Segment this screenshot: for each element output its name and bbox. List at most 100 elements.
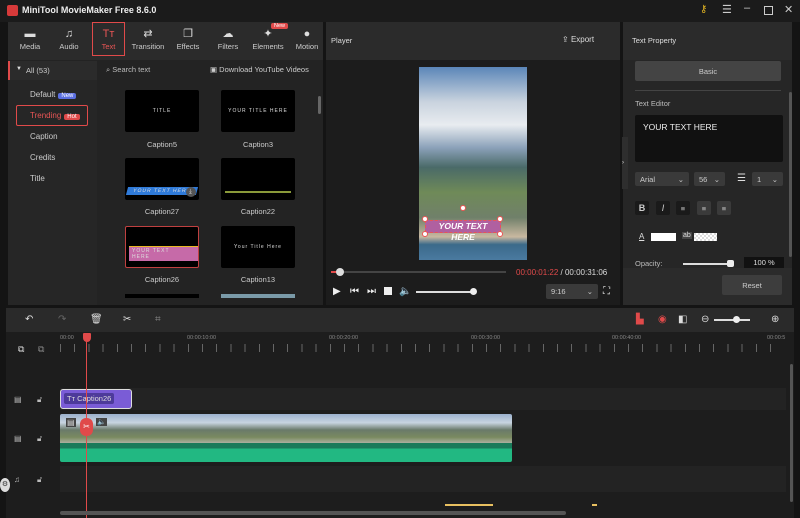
key-icon[interactable]: ⚷	[700, 4, 707, 15]
caption-thumb[interactable]: YOUR TITLE HERE	[221, 90, 295, 132]
chevron-down-icon: ⌄	[678, 175, 684, 184]
tab-elements[interactable]: ✦Elements	[249, 26, 287, 56]
delete-icon[interactable]: 🗑	[90, 314, 103, 325]
category-credits[interactable]: Credits	[30, 153, 55, 162]
youtube-icon: ▣	[210, 65, 219, 74]
zoom-out-icon[interactable]: ⊖	[701, 314, 709, 325]
resize-handle[interactable]	[422, 216, 428, 222]
category-label: Trending	[30, 111, 61, 120]
search-text-input[interactable]: ⌕ Search text	[106, 65, 150, 75]
video-clip[interactable]	[60, 414, 512, 462]
background-color-swatch[interactable]	[694, 233, 717, 241]
zoom-slider[interactable]	[714, 319, 750, 321]
vertical-scrollbar[interactable]	[790, 364, 793, 502]
thumb-preview: YOUR TITLE HERE	[228, 108, 288, 114]
italic-button[interactable]: I	[656, 201, 670, 215]
text-editor-input[interactable]: YOUR TEXT HERE	[635, 115, 783, 162]
line-spacing-select[interactable]: 1⌄	[752, 172, 783, 186]
lock-icon[interactable]: 🔓︎	[37, 475, 42, 485]
remove-track-icon[interactable]: ⧉	[38, 344, 44, 355]
ruler-tick: 00:00:10:00	[187, 335, 216, 341]
caption-thumb-selected[interactable]: YOUR TEXT HERE	[125, 226, 199, 268]
lock-icon[interactable]: 🔓︎	[37, 434, 42, 444]
text-overlay[interactable]: YOUR TEXT HERE	[425, 220, 501, 233]
font-size-select[interactable]: 56⌄	[694, 172, 725, 186]
timeline-marker	[445, 504, 493, 506]
volume-slider[interactable]	[416, 291, 474, 293]
horizontal-scrollbar[interactable]	[60, 511, 566, 515]
split-icon[interactable]: ✂	[123, 314, 131, 325]
add-track-icon[interactable]: ⧉	[18, 344, 24, 355]
lock-icon[interactable]: 🔓︎	[37, 395, 42, 405]
export-button[interactable]: ⇪ Export	[562, 35, 594, 44]
volume-knob[interactable]	[470, 288, 477, 295]
settings-icon[interactable]: ⚙	[0, 478, 10, 492]
library-scrollbar[interactable]	[318, 96, 321, 114]
category-trending-label[interactable]: TrendingHot	[30, 111, 80, 120]
align-left-button[interactable]: ≡	[676, 201, 690, 215]
collapse-panel-handle[interactable]: ›	[622, 137, 628, 189]
tab-transition[interactable]: ⇄Transition	[128, 26, 168, 56]
category-all[interactable]: ▼ All (53)	[8, 61, 97, 80]
tab-effects[interactable]: ❐Effects	[170, 26, 206, 56]
reset-button[interactable]: Reset	[722, 275, 782, 295]
align-center-button[interactable]: ≡	[697, 201, 711, 215]
font-select[interactable]: Arial⌄	[635, 172, 689, 186]
caption-thumb[interactable]	[221, 158, 295, 200]
undo-icon[interactable]: ↶	[25, 314, 33, 325]
aspect-ratio-select[interactable]: 9:16⌄	[546, 284, 598, 299]
download-youtube-button[interactable]: ▣ Download YouTube Videos	[210, 65, 309, 74]
time-ruler[interactable]	[60, 344, 772, 352]
tab-text[interactable]: TтText	[92, 22, 125, 56]
zoom-knob[interactable]	[733, 316, 740, 323]
fit-icon[interactable]: ◧	[678, 314, 687, 325]
text-icon: Tт	[67, 394, 77, 403]
resize-handle[interactable]	[497, 216, 503, 222]
caption-clip[interactable]: Tт Caption26	[60, 389, 132, 409]
playback-progress[interactable]	[331, 271, 506, 273]
filters-icon: ☁	[210, 26, 246, 42]
next-frame-icon[interactable]: ⏭	[367, 286, 376, 297]
opacity-slider[interactable]	[683, 263, 733, 265]
opacity-knob[interactable]	[727, 260, 734, 267]
category-caption[interactable]: Caption	[30, 132, 58, 141]
volume-icon[interactable]: 🔈	[399, 286, 411, 297]
clip-volume-icon[interactable]: 🔈	[96, 418, 107, 426]
download-icon[interactable]: ⤓	[186, 187, 196, 197]
caption-thumb[interactable]: TITLE	[125, 90, 199, 132]
crop-icon[interactable]: ⌗	[155, 314, 161, 325]
align-right-button[interactable]: ≡	[717, 201, 731, 215]
resize-handle[interactable]	[422, 231, 428, 237]
resize-handle[interactable]	[497, 231, 503, 237]
bold-button[interactable]: B	[635, 201, 649, 215]
category-title[interactable]: Title	[30, 174, 45, 183]
redo-icon[interactable]: ↷	[58, 314, 66, 325]
video-track-icon: ▤	[14, 434, 22, 443]
property-scrollbar[interactable]	[789, 92, 792, 257]
minimize-icon[interactable]: –	[744, 2, 750, 14]
tab-filters[interactable]: ☁Filters	[210, 26, 246, 56]
close-icon[interactable]: ✕	[784, 3, 793, 16]
stop-icon[interactable]	[384, 287, 392, 295]
detach-audio-icon[interactable]: ▙	[636, 314, 644, 325]
category-default[interactable]: DefaultNew	[30, 90, 76, 99]
tab-media[interactable]: ▬Media	[12, 26, 48, 56]
previous-frame-icon[interactable]: ⏮	[350, 286, 359, 297]
track-type-icon: ▤	[14, 395, 22, 404]
play-icon[interactable]: ▶	[333, 286, 341, 297]
progress-knob[interactable]	[336, 268, 344, 276]
rotate-handle[interactable]	[460, 205, 466, 211]
tab-motion[interactable]: ●Motion	[290, 26, 324, 56]
scissors-icon[interactable]: ✂	[80, 418, 93, 436]
playhead-handle[interactable]	[83, 333, 91, 342]
tab-audio[interactable]: ♫Audio	[51, 26, 87, 56]
caption-thumb[interactable]: YOUR TEXT HERE⤓	[125, 158, 199, 200]
caption-thumb[interactable]: Your Title Here	[221, 226, 295, 268]
maximize-icon[interactable]	[764, 6, 773, 15]
menu-icon[interactable]: ☰	[722, 3, 732, 16]
speed-icon[interactable]: ◉	[658, 314, 667, 325]
fullscreen-icon[interactable]: ⛶	[603, 286, 610, 297]
basic-tab[interactable]: Basic	[635, 61, 781, 81]
zoom-in-icon[interactable]: ⊕	[771, 314, 779, 325]
text-color-swatch[interactable]	[651, 233, 676, 241]
